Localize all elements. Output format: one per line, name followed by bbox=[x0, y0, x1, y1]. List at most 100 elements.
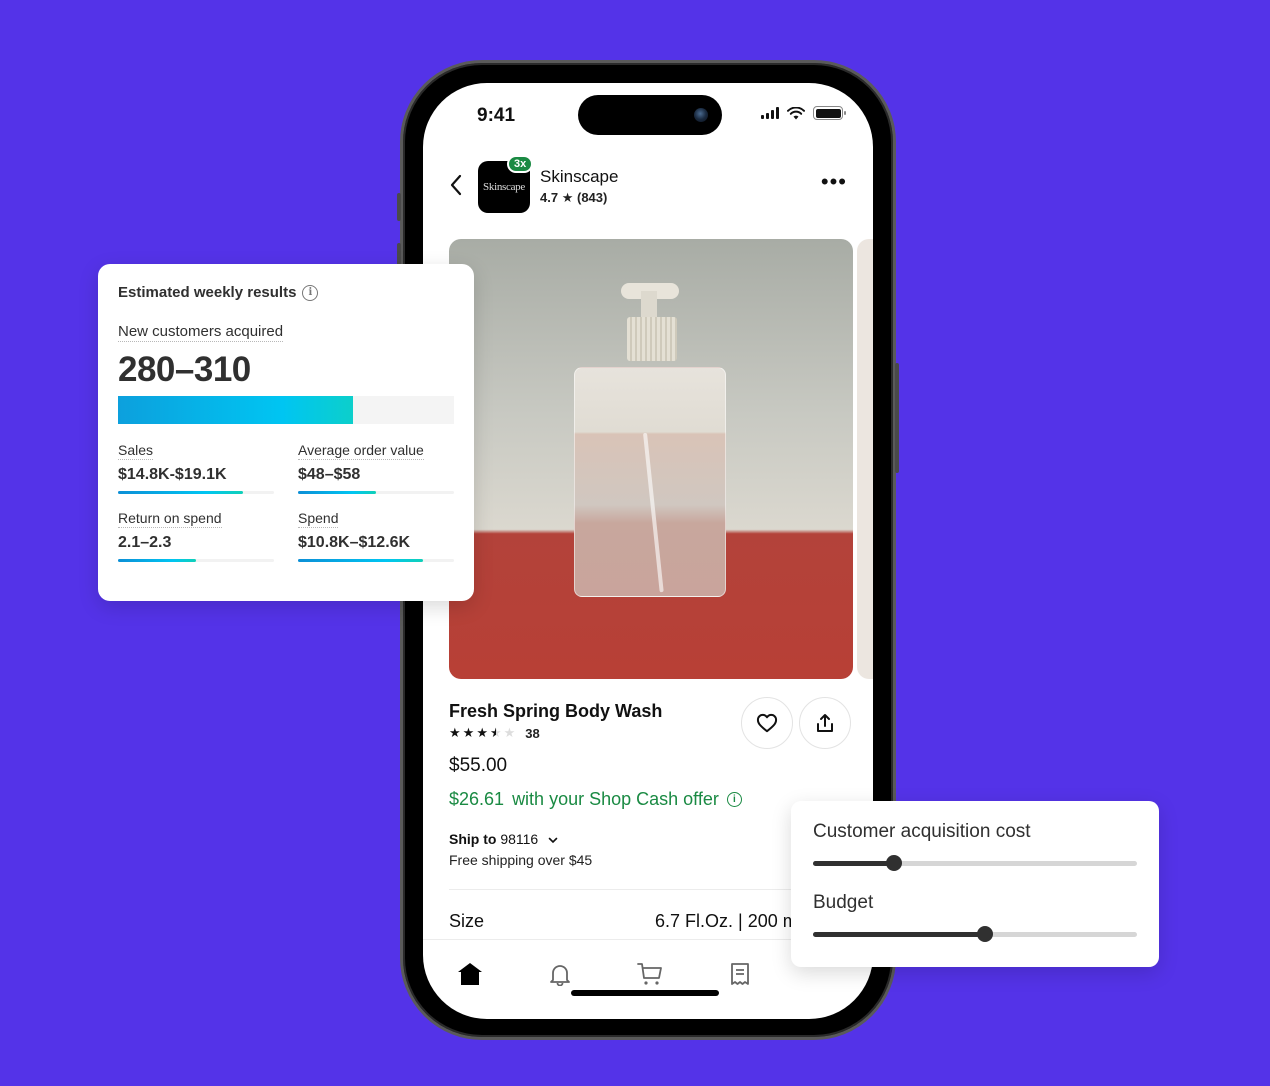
cart-icon bbox=[637, 963, 662, 985]
camera-icon bbox=[694, 108, 708, 122]
power-button bbox=[895, 363, 899, 473]
metric-value: 2.1–2.3 bbox=[118, 534, 172, 551]
metrics-grid: Sales $14.8K-$19.1K Average order value … bbox=[118, 442, 454, 562]
results-title-text: Estimated weekly results bbox=[118, 284, 297, 301]
home-indicator[interactable] bbox=[571, 990, 719, 996]
signal-icon bbox=[761, 107, 779, 119]
size-value: 6.7 Fl.Oz. | 200 ml bbox=[655, 911, 802, 931]
battery-icon bbox=[813, 106, 846, 120]
tab-cart[interactable] bbox=[635, 959, 665, 989]
tab-orders[interactable] bbox=[725, 959, 755, 989]
reward-multiplier-badge: 3x bbox=[507, 155, 534, 173]
budget-slider-group: Budget bbox=[813, 892, 1137, 942]
tab-notifications[interactable] bbox=[545, 959, 575, 989]
store-review-count: (843) bbox=[576, 190, 608, 205]
product-info: Fresh Spring Body Wash ★ ★ ★ ★ ★ 38 $55.… bbox=[449, 697, 853, 810]
back-button[interactable] bbox=[445, 171, 467, 199]
metric-bar-fill bbox=[118, 491, 243, 494]
chevron-left-icon bbox=[450, 174, 462, 196]
metric-label[interactable]: Sales bbox=[118, 442, 274, 460]
status-icons bbox=[761, 106, 846, 120]
wifi-icon bbox=[787, 106, 805, 119]
slider-label: Budget bbox=[813, 892, 874, 913]
store-name[interactable]: Skinscape bbox=[540, 167, 618, 187]
store-logo-text: Skinscape bbox=[483, 181, 525, 193]
estimated-results-card: Estimated weekly results i New customers… bbox=[98, 264, 474, 601]
star-empty-icon: ★ bbox=[503, 725, 516, 740]
home-icon bbox=[458, 963, 482, 985]
metric-value: $10.8K–$12.6K bbox=[298, 534, 411, 551]
metric-label[interactable]: Average order value bbox=[298, 442, 454, 460]
store-rating-value: 4.7 bbox=[540, 190, 559, 205]
metric-average-order-value: Average order value $48–$58 bbox=[298, 442, 454, 494]
primary-metric-value: 280–310 bbox=[118, 350, 251, 389]
product-review-count: 38 bbox=[525, 725, 540, 741]
star-icon: ★ bbox=[561, 190, 574, 205]
info-icon[interactable]: i bbox=[726, 792, 742, 807]
status-bar: 9:41 bbox=[423, 83, 873, 153]
metric-value: $14.8K-$19.1K bbox=[118, 466, 227, 483]
bottle-cap bbox=[627, 317, 677, 361]
metric-bar bbox=[118, 559, 274, 562]
star-icon: ★ bbox=[449, 725, 461, 740]
share-button[interactable] bbox=[799, 697, 851, 749]
chevron-down-icon bbox=[548, 837, 558, 844]
favorite-button[interactable] bbox=[741, 697, 793, 749]
metric-value: $48–$58 bbox=[298, 466, 361, 483]
metric-label-text: Spend bbox=[298, 510, 339, 528]
product-image[interactable] bbox=[449, 239, 853, 679]
cac-slider-group: Customer acquisition cost bbox=[813, 821, 1137, 871]
results-card-title: Estimated weekly results i bbox=[118, 284, 454, 301]
primary-metric-bar-fill bbox=[118, 396, 354, 424]
shipping-info: Ship to 98116 Free shipping over $45 bbox=[449, 831, 592, 868]
more-horizontal-icon: ••• bbox=[820, 169, 847, 194]
slider-thumb[interactable] bbox=[976, 926, 993, 942]
ship-to-selector[interactable]: Ship to 98116 bbox=[449, 831, 592, 847]
receipt-icon bbox=[731, 963, 749, 985]
metric-spend: Spend $10.8K–$12.6K bbox=[298, 510, 454, 562]
slider-fill bbox=[813, 932, 985, 937]
ship-to-label: Ship to bbox=[449, 831, 497, 847]
primary-metric-bar bbox=[118, 396, 454, 424]
star-icon: ★ bbox=[476, 725, 488, 740]
primary-metric-label[interactable]: New customers acquired bbox=[118, 323, 454, 342]
metric-label-text: Average order value bbox=[298, 442, 424, 460]
customer-acquisition-cost-slider[interactable] bbox=[813, 855, 1137, 871]
dynamic-island bbox=[578, 95, 722, 135]
size-label: Size bbox=[449, 911, 485, 931]
bell-icon bbox=[550, 965, 570, 986]
metric-bar-fill bbox=[118, 559, 196, 562]
status-time: 9:41 bbox=[477, 105, 516, 126]
slider-controls-card: Customer acquisition cost Budget bbox=[791, 801, 1159, 967]
slider-thumb[interactable] bbox=[886, 855, 902, 871]
shop-cash-price: $26.61 bbox=[449, 789, 505, 809]
metric-bar bbox=[298, 559, 454, 562]
budget-slider[interactable] bbox=[813, 926, 1137, 942]
metric-bar-fill bbox=[298, 491, 376, 494]
metric-label-text: Return on spend bbox=[118, 510, 222, 528]
heart-icon bbox=[756, 713, 778, 733]
metric-sales: Sales $14.8K-$19.1K bbox=[118, 442, 274, 494]
metric-bar bbox=[298, 491, 454, 494]
more-options-button[interactable]: ••• bbox=[821, 171, 847, 193]
next-product-image[interactable] bbox=[857, 239, 873, 679]
free-shipping-note: Free shipping over $45 bbox=[449, 852, 593, 868]
metric-label-text: Sales bbox=[118, 442, 154, 460]
metric-bar-fill bbox=[298, 559, 423, 562]
bottle-pump-stem bbox=[641, 291, 657, 317]
tab-home[interactable] bbox=[455, 959, 485, 989]
action-button bbox=[397, 193, 401, 221]
primary-metric-label-text: New customers acquired bbox=[118, 323, 284, 342]
share-icon bbox=[817, 714, 833, 732]
metric-label[interactable]: Return on spend bbox=[118, 510, 274, 528]
star-half-icon: ★ bbox=[489, 725, 502, 740]
slider-label: Customer acquisition cost bbox=[813, 821, 1031, 842]
info-icon[interactable]: i bbox=[302, 284, 319, 301]
product-price: $55.00 bbox=[449, 755, 508, 776]
shop-cash-text: with your Shop Cash offer bbox=[512, 789, 719, 809]
metric-label[interactable]: Spend bbox=[298, 510, 454, 528]
store-rating: 4.7 ★ (843) bbox=[540, 190, 607, 206]
slider-fill bbox=[813, 861, 894, 866]
metric-bar bbox=[118, 491, 274, 494]
ship-zip: 98116 bbox=[500, 831, 539, 847]
